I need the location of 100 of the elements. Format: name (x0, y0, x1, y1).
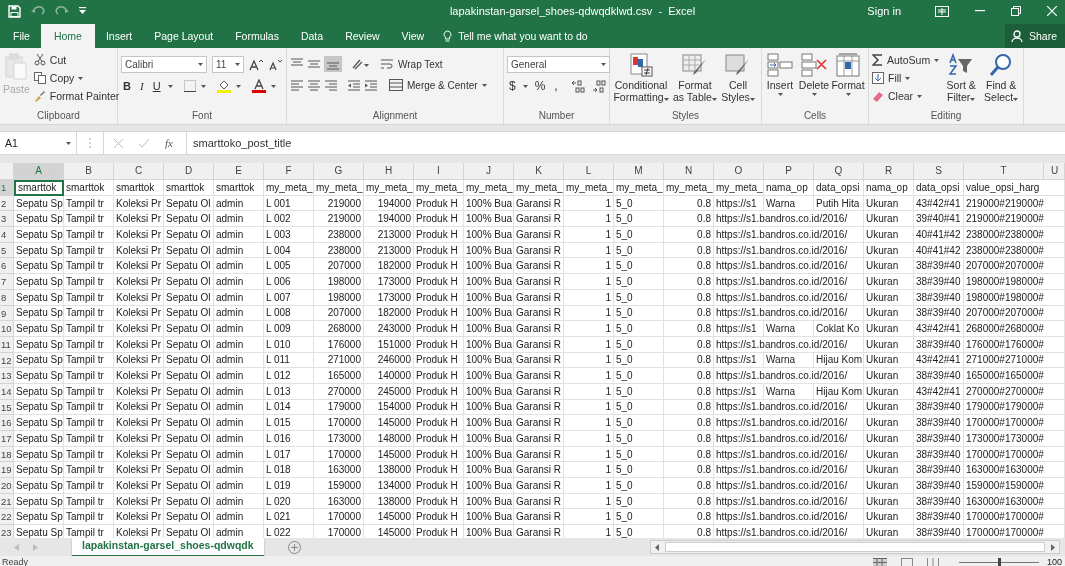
wrap-text-button[interactable]: Wrap Text (380, 57, 443, 71)
row-header[interactable]: 10 (0, 321, 14, 337)
format-cells-button[interactable]: Format (833, 51, 863, 96)
increase-decimal-icon[interactable] (570, 79, 587, 93)
tell-me-field[interactable]: Tell me what you want to do (443, 24, 588, 48)
slider-thumb[interactable] (997, 558, 1001, 566)
font-name-field[interactable]: Calibri (121, 56, 207, 73)
increase-font-size-icon[interactable] (249, 58, 263, 71)
column-header[interactable]: B (64, 163, 114, 180)
ribbon-tab[interactable]: Formulas (224, 24, 290, 48)
column-header[interactable]: D (164, 163, 214, 180)
column-header[interactable]: I (414, 163, 464, 180)
copy-button[interactable]: Copy (33, 71, 120, 85)
column-header[interactable]: R (864, 163, 914, 180)
align-left-icon[interactable] (290, 79, 304, 91)
page-layout-icon[interactable] (900, 558, 913, 566)
format-painter-button[interactable]: Format Painter (33, 89, 120, 103)
row-header[interactable]: 23 (0, 525, 14, 538)
share-button[interactable]: Share (1004, 24, 1065, 48)
minimize-icon[interactable] (975, 10, 985, 12)
save-icon[interactable] (8, 4, 21, 18)
redo-icon[interactable] (55, 6, 69, 16)
row-header[interactable]: 17 (0, 431, 14, 447)
row-header[interactable]: 6 (0, 258, 14, 275)
find-select-button[interactable]: Find & Select (983, 51, 1020, 103)
cancel-icon[interactable] (114, 138, 123, 148)
column-header[interactable]: G (314, 163, 364, 180)
format-as-table-button[interactable]: Format as Table (673, 51, 717, 103)
row-header[interactable]: 19 (0, 462, 14, 479)
column-header[interactable]: U (1044, 163, 1065, 180)
scroll-right-icon[interactable] (1051, 543, 1055, 551)
align-right-icon[interactable] (324, 79, 338, 91)
insert-cells-button[interactable]: Insert (765, 51, 795, 96)
decrease-decimal-icon[interactable] (591, 79, 608, 93)
ribbon-tab[interactable]: Home (40, 24, 95, 48)
column-header[interactable]: A (14, 163, 64, 180)
row-header[interactable]: 22 (0, 509, 14, 526)
ribbon-tab[interactable]: Review (334, 24, 391, 48)
new-sheet-icon[interactable] (287, 540, 301, 554)
column-header[interactable]: M (614, 163, 664, 180)
column-header[interactable]: P (764, 163, 814, 180)
column-header[interactable]: E (214, 163, 264, 180)
row-header[interactable]: 1 (0, 180, 14, 196)
row-header[interactable]: 20 (0, 478, 14, 494)
ribbon-display-icon[interactable] (935, 5, 949, 17)
merge-center-button[interactable]: Merge & Center (389, 78, 487, 92)
comma-button[interactable]: , (552, 79, 560, 93)
column-header[interactable]: T (964, 163, 1044, 180)
customize-icon[interactable] (79, 7, 86, 15)
clear-button[interactable]: Clear (872, 89, 940, 103)
fill-button[interactable]: Fill (872, 71, 940, 85)
column-header[interactable]: K (514, 163, 564, 180)
fill-color-icon[interactable] (216, 79, 231, 93)
column-header[interactable]: Q (814, 163, 864, 180)
column-header[interactable]: L (564, 163, 614, 180)
cut-button[interactable]: Cut (33, 53, 120, 67)
decrease-indent-icon[interactable] (347, 79, 361, 91)
column-header[interactable]: S (914, 163, 964, 180)
insert-function-button[interactable]: fx (165, 137, 173, 149)
column-header[interactable]: H (364, 163, 414, 180)
undo-icon[interactable] (31, 6, 45, 16)
column-header[interactable]: J (464, 163, 514, 180)
orientation-icon[interactable] (351, 58, 369, 70)
ribbon-tab[interactable]: View (390, 24, 436, 48)
row-header[interactable]: 3 (0, 211, 14, 228)
autosum-button[interactable]: AutoSum (872, 53, 940, 67)
ribbon-tab[interactable]: Data (289, 24, 335, 48)
currency-button[interactable]: $ (507, 79, 518, 93)
italic-button[interactable]: I (137, 80, 146, 92)
percent-button[interactable]: % (532, 79, 548, 93)
normal-view-icon[interactable] (872, 558, 887, 566)
row-header[interactable]: 4 (0, 227, 14, 243)
name-box[interactable]: A1 (0, 132, 77, 154)
ribbon-tab[interactable]: Page Layout (143, 24, 225, 48)
font-color-icon[interactable] (251, 79, 266, 93)
close-icon[interactable] (1047, 6, 1057, 16)
bold-button[interactable]: B (121, 80, 133, 92)
row-header[interactable]: 16 (0, 415, 14, 431)
sort-filter-button[interactable]: Sort & Filter (943, 51, 980, 103)
bottom-align-icon[interactable] (324, 56, 342, 72)
row-header[interactable]: 7 (0, 274, 14, 290)
column-header[interactable]: O (714, 163, 764, 180)
restore-icon[interactable] (1011, 6, 1021, 16)
column-header[interactable]: N (664, 163, 714, 180)
row-header[interactable]: 13 (0, 368, 14, 384)
cell-styles-button[interactable]: Cell Styles (721, 51, 755, 103)
font-size-field[interactable]: 11 (212, 56, 244, 73)
ribbon-tab[interactable]: Insert (94, 24, 144, 48)
enter-icon[interactable] (139, 138, 149, 148)
horizontal-scrollbar[interactable] (650, 540, 1060, 554)
sign-in-link[interactable]: Sign in (867, 5, 901, 17)
scroll-left-icon[interactable] (655, 543, 659, 551)
delete-cells-button[interactable]: Delete (799, 51, 829, 96)
decrease-font-size-icon[interactable] (268, 58, 282, 71)
middle-align-icon[interactable] (307, 58, 321, 70)
file-tab[interactable]: File (2, 24, 41, 48)
column-header[interactable]: F (264, 163, 314, 180)
number-format-field[interactable]: General (507, 56, 610, 73)
scroll-thumb[interactable] (665, 542, 1045, 552)
align-center-icon[interactable] (307, 79, 321, 91)
